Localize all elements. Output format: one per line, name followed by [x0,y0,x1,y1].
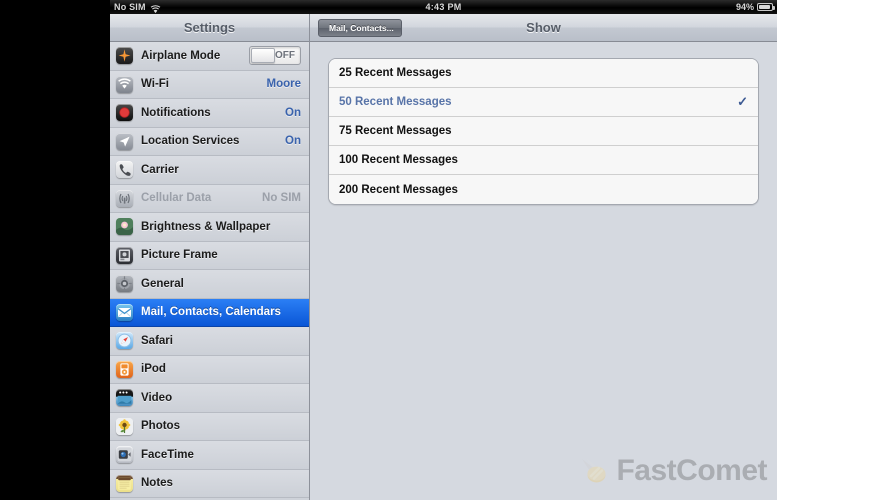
status-bar-time: 4:43 PM [425,2,462,12]
status-bar-right: 94% [735,0,775,14]
show-options-group: 25 Recent Messages 50 Recent Messages ✓ 75 … [328,58,759,205]
sidebar-item-label: Cellular Data [141,192,212,205]
cellular-icon [116,189,133,207]
sidebar-item-airplane-mode[interactable]: Airplane Mode OFF [110,42,309,71]
sidebar-item-value: On [285,135,301,148]
sidebar-item-label: General [141,277,184,290]
sidebar-item-facetime[interactable]: FaceTime [110,441,309,470]
facetime-camera-icon [116,446,133,464]
sidebar-item-label: Photos [141,420,180,433]
battery-percent-label: 94% [735,2,754,12]
toggle-state-label: OFF [275,50,295,62]
sidebar-item-mail-contacts-calendars[interactable]: Mail, Contacts, Calendars [110,298,309,327]
sidebar-item-notifications[interactable]: Notifications On [110,99,309,128]
option-row[interactable]: 50 Recent Messages ✓ [329,88,758,117]
sidebar-title: Settings [110,14,309,42]
airplane-mode-toggle[interactable]: OFF [249,46,301,66]
picture-frame-icon [116,246,133,264]
notifications-icon [116,104,133,122]
notes-icon [116,474,133,492]
sidebar-item-label: Notes [141,477,173,490]
safari-compass-icon [116,332,133,350]
sidebar-item-label: Video [141,391,173,404]
option-row[interactable]: 200 Recent Messages [329,175,758,204]
option-label: 200 Recent Messages [339,183,458,196]
brightness-icon [116,218,133,236]
sidebar-item-value: Moore [266,78,302,91]
carrier-label: No SIM [114,2,146,12]
sidebar-item-ipod[interactable]: iPod [110,355,309,384]
carrier-icon [116,161,133,179]
sidebar-item-label: Airplane Mode [141,49,221,62]
location-icon [116,132,133,150]
option-row[interactable]: 25 Recent Messages [329,59,758,88]
sidebar-item-label: Notifications [141,106,211,119]
sidebar-item-cellular-data[interactable]: Cellular Data No SIM [110,184,309,213]
sidebar-item-label: Mail, Contacts, Calendars [141,306,281,319]
sidebar-item-value: On [285,106,301,119]
back-button[interactable]: Mail, Contacts... [318,18,402,37]
battery-icon [757,3,775,11]
sidebar-item-label: Carrier [141,163,179,176]
sidebar-item-general[interactable]: General [110,270,309,299]
option-label: 75 Recent Messages [339,125,452,137]
sidebar-item-notes[interactable]: Notes [110,469,309,498]
wifi-icon [116,75,133,93]
wifi-icon [150,4,161,13]
sidebar-item-value: No SIM [262,192,301,205]
option-row[interactable]: 100 Recent Messages [329,146,758,175]
ipod-icon [116,360,133,378]
sidebar-item-label: Safari [141,334,173,347]
detail-header: Mail, Contacts... Show [310,14,777,42]
photos-sunflower-icon [116,417,133,435]
option-label: 50 Recent Messages [339,96,452,108]
sidebar-item-wi-fi[interactable]: Wi-Fi Moore [110,70,309,99]
sidebar-item-location-services[interactable]: Location Services On [110,127,309,156]
split-view: Settings Airplane Mode OFF Wi-Fi Moore Notif… [110,14,777,500]
sidebar-item-photos[interactable]: Photos [110,412,309,441]
sidebar-item-carrier[interactable]: Carrier [110,156,309,185]
option-label: 25 Recent Messages [339,67,452,79]
option-row[interactable]: 75 Recent Messages [329,117,758,146]
mail-icon [116,303,133,321]
sidebar-list[interactable]: Airplane Mode OFF Wi-Fi Moore Notifications O… [110,42,309,500]
sidebar-item-brightness-wallpaper[interactable]: Brightness & Wallpaper [110,213,309,242]
detail-body: 25 Recent Messages 50 Recent Messages ✓ 75 … [310,42,777,500]
detail-pane: Mail, Contacts... Show 25 Recent Message… [310,14,777,500]
ipad-viewport: No SIM 4:43 PM 94% Settings Airplane Mod… [110,0,777,500]
general-gear-icon [116,275,133,293]
sidebar-item-label: iPod [141,363,166,376]
settings-sidebar: Settings Airplane Mode OFF Wi-Fi Moore Notif… [110,14,310,500]
video-clapper-icon [116,389,133,407]
airplane-icon [116,47,133,65]
sidebar-item-label: Picture Frame [141,249,218,262]
letterbox-left [0,0,110,500]
toggle-knob[interactable] [251,48,275,64]
checkmark-icon: ✓ [737,94,748,109]
sidebar-item-label: Wi-Fi [141,78,169,91]
screenshot-root: No SIM 4:43 PM 94% Settings Airplane Mod… [0,0,889,500]
option-label: 100 Recent Messages [339,154,458,166]
sidebar-item-label: Location Services [141,135,240,148]
status-bar-left: No SIM [114,0,161,14]
sidebar-item-picture-frame[interactable]: Picture Frame [110,241,309,270]
sidebar-item-label: FaceTime [141,448,194,461]
status-bar: No SIM 4:43 PM 94% [110,0,777,14]
sidebar-item-video[interactable]: Video [110,384,309,413]
sidebar-item-safari[interactable]: Safari [110,327,309,356]
sidebar-item-label: Brightness & Wallpaper [141,220,271,233]
